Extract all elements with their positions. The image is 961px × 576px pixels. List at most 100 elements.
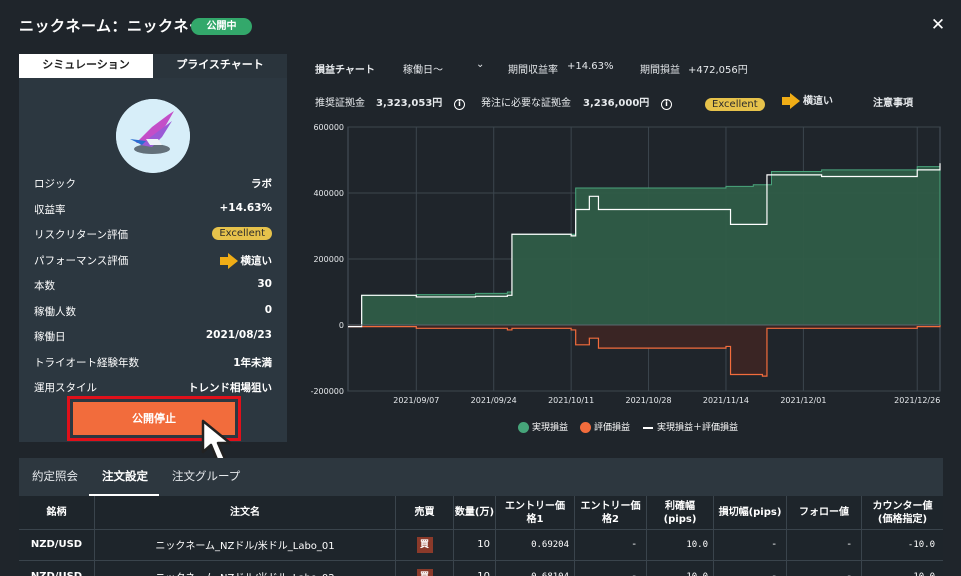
- table-cell: 10.0: [647, 529, 714, 560]
- table-cell: -: [575, 529, 647, 560]
- period-pl-value: +472,056円: [688, 65, 748, 76]
- row-label: リスクリターン評価: [34, 229, 128, 241]
- x-tick-label: 2021/12/01: [780, 396, 826, 405]
- y-tick-label: 0: [339, 321, 344, 330]
- row-value: 1年未満: [233, 356, 272, 369]
- performance-value: 横這い: [803, 96, 833, 107]
- table-cell: -10.0: [907, 539, 935, 550]
- row-label: パフォーマンス評価: [34, 254, 129, 267]
- info-icon[interactable]: i: [454, 94, 465, 113]
- buy-badge: 買: [416, 536, 433, 553]
- status-badge: 公開中: [191, 18, 252, 35]
- recommended-margin-label: 推奨証拠金: [315, 98, 365, 109]
- required-margin-label: 発注に必要な証拠金: [481, 98, 571, 109]
- row-style: 運用スタイル トレンド相場狙い: [34, 378, 272, 398]
- range-select[interactable]: 稼働日～: [403, 61, 443, 76]
- table-cell: 0.68104: [496, 561, 575, 576]
- rating-badge: Excellent: [705, 98, 765, 111]
- tab-simulation[interactable]: シミュレーション: [19, 54, 153, 78]
- row-return-rate: 収益率 +14.63%: [34, 200, 272, 220]
- x-tick-label: 2021/10/11: [548, 396, 594, 405]
- row-value: 横這い: [240, 254, 273, 267]
- row-users: 稼働人数 0: [34, 302, 272, 322]
- bird-avatar-icon: [116, 99, 190, 173]
- close-icon[interactable]: ✕: [929, 15, 947, 35]
- row-performance: パフォーマンス評価 横這い: [34, 251, 272, 271]
- col-header: フォロー値: [787, 496, 862, 529]
- y-tick-label: 200000: [313, 255, 344, 264]
- col-header: 注文名: [95, 496, 396, 529]
- row-logic: ロジック ラボ: [34, 174, 272, 194]
- row-label: 稼働日: [34, 331, 66, 343]
- row-label: 稼働人数: [34, 305, 76, 318]
- table-cell: -: [787, 561, 862, 576]
- legend-item-total: 実現損益＋評価損益: [643, 420, 738, 433]
- table-cell: 10.0: [647, 561, 714, 576]
- y-tick-label: 600000: [313, 123, 344, 132]
- legend-line-icon: [643, 426, 653, 429]
- col-header: エントリー価 格1: [496, 496, 575, 529]
- performance-wrap: 横這い: [782, 92, 833, 109]
- row-value: 0: [264, 303, 272, 316]
- row-label: 運用スタイル: [34, 382, 97, 394]
- left-panel-tabs: シミュレーション プライスチャート: [19, 54, 287, 78]
- recommended-margin-value: 3,323,053円: [376, 98, 443, 109]
- legend-item-realized: 実現損益: [518, 420, 568, 433]
- table-cell[interactable]: ニックネーム_NZドル/米ドル_Labo_02: [95, 561, 396, 576]
- table-cell: -: [714, 529, 787, 560]
- row-value: +14.63%: [219, 201, 272, 214]
- table-cell: -10.0: [862, 561, 943, 576]
- table-cell: NZD/USD: [19, 529, 95, 560]
- table-cell[interactable]: ニックネーム_NZドル/米ドル_Labo_01: [95, 529, 396, 560]
- tab-execution-history[interactable]: 約定照会: [32, 468, 78, 484]
- row-value: ラボ: [251, 178, 272, 190]
- rating-badge-wrap: Excellent: [212, 227, 272, 240]
- notice-link[interactable]: 注意事項: [873, 94, 913, 109]
- x-tick-label: 2021/11/14: [703, 396, 749, 405]
- table-cell: -: [575, 561, 647, 576]
- tab-order-settings[interactable]: 注文設定: [102, 468, 148, 484]
- x-tick-label: 2021/09/24: [471, 396, 517, 405]
- right-arrow-icon: [219, 252, 238, 269]
- x-tick-label: 2021/09/07: [393, 396, 439, 405]
- x-tick-label: 2021/10/28: [625, 396, 671, 405]
- y-tick-label: 400000: [313, 189, 344, 198]
- row-risk-return: リスクリターン評価 Excellent: [34, 225, 272, 245]
- table-cell: -: [787, 529, 862, 560]
- col-header: 利確幅 (pips): [647, 496, 714, 529]
- row-label: 収益率: [34, 203, 66, 216]
- row-start-date: 稼働日 2021/08/23: [34, 327, 272, 347]
- col-header: カウンター値 (価格指定): [872, 500, 933, 525]
- required-margin-value: 3,236,000円: [583, 98, 650, 109]
- col-header: 数量(万): [454, 496, 496, 529]
- rating-badge: Excellent: [212, 227, 272, 240]
- row-label: ロジック: [34, 178, 76, 190]
- orders-table: 銘柄 注文名 売買 数量(万) エントリー価 格1 エントリー価 格2 利確幅 …: [19, 496, 943, 576]
- col-header: 売買: [396, 496, 454, 529]
- tab-order-group[interactable]: 注文グループ: [172, 468, 240, 484]
- table-cell: 10: [454, 561, 496, 576]
- table-cell: -: [714, 561, 787, 576]
- buy-badge: 買: [416, 568, 433, 576]
- row-value: 30: [257, 278, 272, 290]
- period-rate-value: +14.63%: [567, 61, 614, 72]
- tab-price-chart[interactable]: プライスチャート: [153, 54, 287, 78]
- row-experience: トライオート経験年数 1年未満: [34, 353, 272, 373]
- chevron-down-icon[interactable]: ⌄: [476, 59, 484, 70]
- col-header: エントリー価 格2: [575, 496, 647, 529]
- chart-title: 損益チャート: [315, 65, 375, 76]
- modal-header: ニックネーム：ニックネーム 公開中 ✕: [0, 0, 961, 52]
- table-cell: NZD/USD: [19, 561, 95, 576]
- row-count: 本数 30: [34, 276, 272, 296]
- legend-dot-icon: [518, 422, 529, 433]
- app-window: ニックネーム：ニックネーム 公開中 ✕ シミュレーション プライスチャート ロジ…: [0, 0, 961, 576]
- table-cell: 0.69204: [496, 529, 575, 560]
- row-label: トライオート経験年数: [34, 356, 139, 369]
- row-label: 本数: [34, 280, 55, 292]
- info-icon[interactable]: i: [661, 94, 672, 113]
- performance-value-wrap: 横這い: [219, 252, 273, 269]
- col-header: 損切幅(pips): [714, 496, 787, 529]
- pl-chart: -200000 0 200000 400000 600000 2021/09/07 2021…: [311, 123, 941, 405]
- y-tick-label: -200000: [311, 387, 344, 396]
- table-cell: 買: [396, 529, 454, 560]
